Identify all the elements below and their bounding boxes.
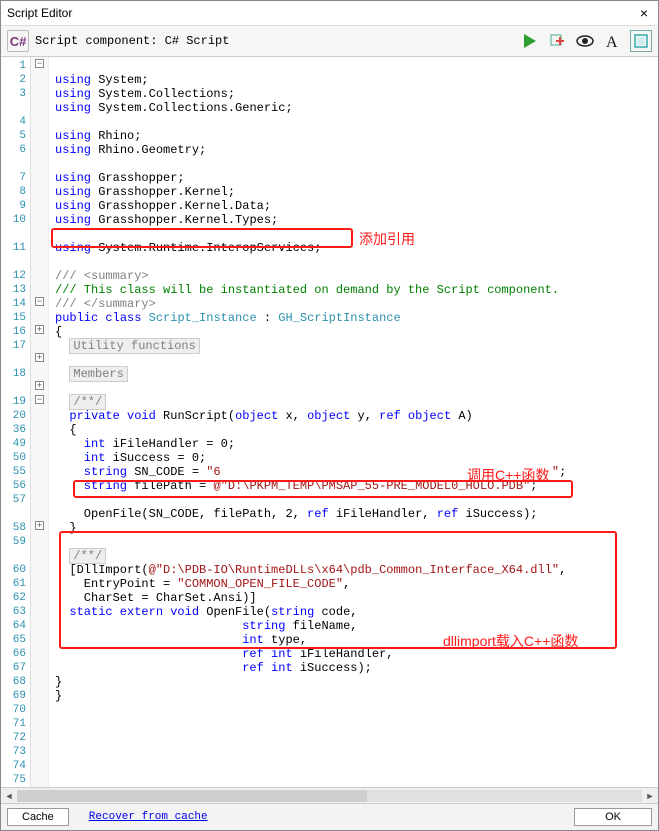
run-button[interactable] [518, 30, 540, 52]
line-number: 8 [3, 185, 26, 199]
line-number: 64 [3, 619, 26, 633]
line-number: 7 [3, 171, 26, 185]
fold-toggle[interactable]: + [35, 521, 44, 530]
line-number: 57 [3, 493, 26, 507]
line-number: 3 [3, 87, 26, 101]
csharp-icon: C# [7, 30, 29, 52]
code-content[interactable]: using System; using System.Collections; … [49, 57, 658, 719]
font-button[interactable]: A [602, 30, 624, 52]
line-gutter: 1 2 3 4 5 6 7 8 9 10 11 12 13 14 15 16 1… [1, 57, 31, 787]
code-area[interactable]: using System; using System.Collections; … [49, 57, 658, 787]
line-number: 6 [3, 143, 26, 157]
ok-button[interactable]: OK [574, 808, 652, 826]
line-number: 73 [3, 745, 26, 759]
line-number: 62 [3, 591, 26, 605]
line-number: 61 [3, 577, 26, 591]
fold-toggle[interactable]: + [35, 325, 44, 334]
close-icon[interactable]: × [636, 5, 652, 21]
line-number: 5 [3, 129, 26, 143]
line-number: 63 [3, 605, 26, 619]
component-label: Script component: C# Script [35, 34, 229, 48]
recover-link[interactable]: Recover from cache [89, 811, 208, 823]
line-number: 56 [3, 479, 26, 493]
collapsed-comment[interactable]: /**/ [69, 394, 106, 410]
fold-toggle[interactable]: + [35, 353, 44, 362]
line-number: 13 [3, 283, 26, 297]
line-number: 10 [3, 213, 26, 227]
line-number: 65 [3, 633, 26, 647]
line-number: 36 [3, 423, 26, 437]
scroll-right-icon[interactable]: ► [642, 791, 658, 801]
statusbar: Cache Recover from cache OK [1, 803, 658, 830]
line-number: 17 [3, 339, 26, 353]
line-number: 55 [3, 465, 26, 479]
preview-button[interactable] [574, 30, 596, 52]
line-number: 49 [3, 437, 26, 451]
line-number: 18 [3, 367, 26, 381]
line-number: 70 [3, 703, 26, 717]
fold-column: − − + + + − + [31, 57, 49, 787]
svg-text:A: A [606, 34, 618, 50]
scroll-track[interactable] [17, 790, 642, 802]
line-number: 66 [3, 647, 26, 661]
fold-toggle[interactable]: − [35, 297, 44, 306]
fold-toggle[interactable]: − [35, 395, 44, 404]
line-number: 15 [3, 311, 26, 325]
line-number: 75 [3, 773, 26, 787]
line-number: 20 [3, 409, 26, 423]
add-button[interactable] [546, 30, 568, 52]
horizontal-scrollbar[interactable]: ◄ ► [1, 787, 658, 803]
line-number: 67 [3, 661, 26, 675]
editor: 1 2 3 4 5 6 7 8 9 10 11 12 13 14 15 16 1… [1, 57, 658, 787]
script-editor-window: Script Editor × C# Script component: C# … [0, 0, 659, 831]
line-number: 9 [3, 199, 26, 213]
line-number: 1 [3, 59, 26, 73]
line-number: 68 [3, 675, 26, 689]
scroll-thumb[interactable] [17, 790, 367, 802]
line-number: 19 [3, 395, 26, 409]
fold-toggle[interactable]: + [35, 381, 44, 390]
line-number: 60 [3, 563, 26, 577]
line-number: 59 [3, 535, 26, 549]
line-number: 12 [3, 269, 26, 283]
collapsed-region[interactable]: Utility functions [69, 338, 199, 354]
scroll-left-icon[interactable]: ◄ [1, 791, 17, 801]
titlebar: Script Editor × [1, 1, 658, 26]
toolbar: C# Script component: C# Script A [1, 26, 658, 57]
fold-toggle[interactable]: − [35, 59, 44, 68]
line-number: 58 [3, 521, 26, 535]
line-number: 74 [3, 759, 26, 773]
line-number: 69 [3, 689, 26, 703]
cache-button[interactable]: Cache [7, 808, 69, 826]
collapsed-comment[interactable]: /**/ [69, 548, 106, 564]
line-number: 2 [3, 73, 26, 87]
layout-button[interactable] [630, 30, 652, 52]
line-number: 16 [3, 325, 26, 339]
line-number: 50 [3, 451, 26, 465]
collapsed-region[interactable]: Members [69, 366, 127, 382]
window-title: Script Editor [7, 6, 72, 20]
line-number: 4 [3, 115, 26, 129]
line-number: 11 [3, 241, 26, 255]
line-number: 72 [3, 731, 26, 745]
line-number: 14 [3, 297, 26, 311]
line-number: 71 [3, 717, 26, 731]
